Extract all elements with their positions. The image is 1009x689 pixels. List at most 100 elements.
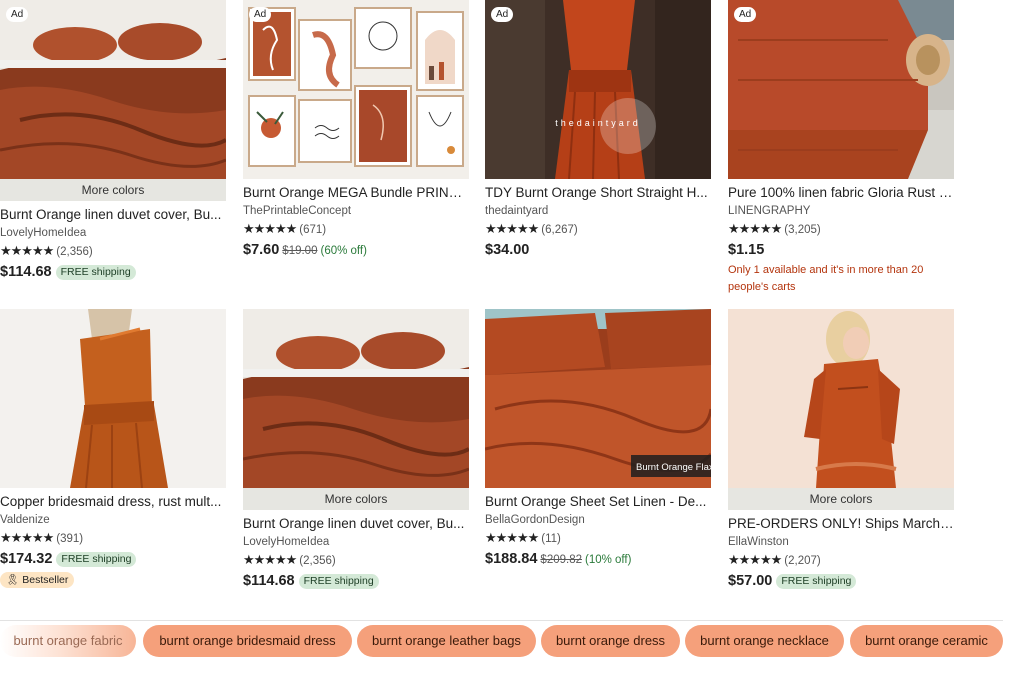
- price: $7.60: [243, 242, 280, 258]
- discount: (10% off): [585, 554, 632, 566]
- related-search-pill[interactable]: burnt orange fabric: [0, 625, 136, 657]
- ribbon-icon: 🎗: [6, 574, 20, 586]
- review-count: (2,356): [299, 555, 336, 567]
- price: $174.32: [0, 551, 53, 567]
- listing-title[interactable]: Pure 100% linen fabric Gloria Rust 1...: [728, 185, 954, 201]
- review-count: (391): [56, 533, 84, 545]
- listing-title[interactable]: Burnt Orange MEGA Bundle PRINTA...: [243, 185, 469, 201]
- review-count: (6,267): [541, 224, 578, 236]
- robe-model-photo: [728, 309, 954, 488]
- price-row: $57.00 FREE shipping: [728, 572, 954, 590]
- bridesmaid-dress-photo: [0, 309, 226, 488]
- listing-title[interactable]: Burnt Orange Sheet Set Linen - De...: [485, 494, 711, 510]
- price: $114.68: [0, 264, 52, 280]
- listing-image[interactable]: Ad: [243, 0, 469, 179]
- star-rating-icon: ★★★★★: [0, 243, 54, 258]
- discount: (60% off): [320, 245, 367, 257]
- listing-card[interactable]: thedaintyard Ad TDY Burnt Orange Short S…: [485, 0, 711, 259]
- ad-badge: Ad: [491, 7, 514, 22]
- rating: ★★★★★ (3,205): [728, 221, 954, 238]
- shop-name: BellaGordonDesign: [485, 514, 585, 526]
- price-row: $7.60 $19.00 (60% off): [243, 241, 469, 260]
- listing-image[interactable]: Ad: [728, 0, 954, 179]
- listing-title[interactable]: Copper bridesmaid dress, rust mult...: [0, 494, 226, 510]
- bestseller-label: Bestseller: [22, 574, 69, 586]
- star-rating-icon: ★★★★★: [0, 530, 54, 545]
- rating: ★★★★★ (2,207): [728, 552, 954, 569]
- rating: ★★★★★ (2,356): [0, 243, 226, 260]
- price: $34.00: [485, 242, 530, 258]
- listing-card[interactable]: Ad More colors Burnt Orange linen duvet …: [0, 0, 226, 281]
- shop-name: EllaWinston: [728, 536, 789, 548]
- svg-text:thedaintyard: thedaintyard: [555, 118, 641, 128]
- price-row: $1.15: [728, 241, 954, 259]
- listing-title[interactable]: Burnt Orange linen duvet cover, Bu...: [243, 516, 469, 532]
- original-price: $209.82: [540, 554, 582, 566]
- rating: ★★★★★ (671): [243, 221, 469, 238]
- free-shipping-badge: FREE shipping: [56, 552, 137, 567]
- more-colors-label: More colors: [0, 179, 226, 201]
- ad-badge: Ad: [734, 7, 757, 22]
- related-search-pill[interactable]: burnt orange ceramic: [850, 625, 1003, 657]
- ad-badge: Ad: [249, 7, 272, 22]
- price: $57.00: [728, 573, 773, 589]
- related-search-pill[interactable]: burnt orange dress: [541, 625, 680, 657]
- listing-card[interactable]: Copper bridesmaid dress, rust mult... Va…: [0, 309, 226, 588]
- duvet-photo: [0, 0, 226, 179]
- related-searches: burnt orange fabric burnt orange bridesm…: [0, 625, 1009, 657]
- listing-image[interactable]: [0, 309, 226, 488]
- price: $1.15: [728, 242, 765, 258]
- star-rating-icon: ★★★★★: [485, 221, 539, 236]
- bestseller-badge: 🎗 Bestseller: [0, 572, 75, 588]
- dress-photo: thedaintyard: [485, 0, 711, 179]
- related-search-pill[interactable]: burnt orange leather bags: [357, 625, 536, 657]
- rating: ★★★★★ (11): [485, 530, 711, 547]
- related-search-pill[interactable]: burnt orange necklace: [685, 625, 844, 657]
- star-rating-icon: ★★★★★: [728, 552, 782, 567]
- shop-name: LovelyHomeIdea: [0, 227, 87, 239]
- listing-card[interactable]: Ad Pure 100% linen fabric Gloria Rust 1.…: [728, 0, 954, 296]
- listing-card[interactable]: Ad Burnt Orange MEGA Bundle PRINTA... Th…: [243, 0, 469, 260]
- fabric-roll-photo: [728, 0, 954, 179]
- shop-name: Valdenize: [0, 514, 50, 526]
- price-row: $114.68 FREE shipping: [0, 263, 226, 281]
- review-count: (3,205): [784, 224, 821, 236]
- rating: ★★★★★ (391): [0, 530, 226, 547]
- listing-title[interactable]: Burnt Orange linen duvet cover, Bu...: [0, 207, 226, 223]
- review-count: (2,356): [56, 246, 93, 258]
- price-row: $188.84 $209.82 (10% off): [485, 550, 711, 569]
- star-rating-icon: ★★★★★: [728, 221, 782, 236]
- free-shipping-badge: FREE shipping: [55, 265, 136, 280]
- related-search-pill[interactable]: burnt orange bridesmaid dress: [143, 625, 352, 657]
- svg-text:Burnt Orange Flax: Burnt Orange Flax: [636, 462, 711, 473]
- listing-card[interactable]: Burnt Orange Flax Burnt Orange Sheet Set…: [485, 309, 711, 569]
- shop-name: LovelyHomeIdea: [243, 536, 330, 548]
- listing-image[interactable]: Burnt Orange Flax: [485, 309, 711, 488]
- ad-badge: Ad: [6, 7, 29, 22]
- original-price: $19.00: [282, 245, 318, 257]
- listing-image[interactable]: Ad: [0, 0, 226, 179]
- art-prints-photo: [243, 0, 469, 179]
- review-count: (671): [299, 224, 327, 236]
- price-row: $34.00: [485, 241, 711, 259]
- listing-image[interactable]: thedaintyard Ad: [485, 0, 711, 179]
- review-count: (11): [541, 533, 561, 545]
- listing-card[interactable]: More colors PRE-ORDERS ONLY! Ships March…: [728, 309, 954, 590]
- price: $188.84: [485, 551, 538, 567]
- listing-image[interactable]: [243, 309, 469, 488]
- shop-name: LINENGRAPHY: [728, 205, 811, 217]
- sheet-set-photo: Burnt Orange Flax: [485, 309, 711, 488]
- more-colors-label: More colors: [243, 488, 469, 510]
- listing-title[interactable]: TDY Burnt Orange Short Straight H...: [485, 185, 711, 201]
- duvet-photo: [243, 309, 469, 488]
- shop-name: ThePrintableConcept: [243, 205, 352, 217]
- listing-card[interactable]: More colors Burnt Orange linen duvet cov…: [243, 309, 469, 590]
- review-count: (2,207): [784, 555, 821, 567]
- price: $114.68: [243, 573, 295, 589]
- rating: ★★★★★ (2,356): [243, 552, 469, 569]
- listing-image[interactable]: [728, 309, 954, 488]
- free-shipping-badge: FREE shipping: [776, 574, 857, 589]
- price-row: $114.68 FREE shipping: [243, 572, 469, 590]
- free-shipping-badge: FREE shipping: [298, 574, 379, 589]
- listing-title[interactable]: PRE-ORDERS ONLY! Ships March 20...: [728, 516, 954, 532]
